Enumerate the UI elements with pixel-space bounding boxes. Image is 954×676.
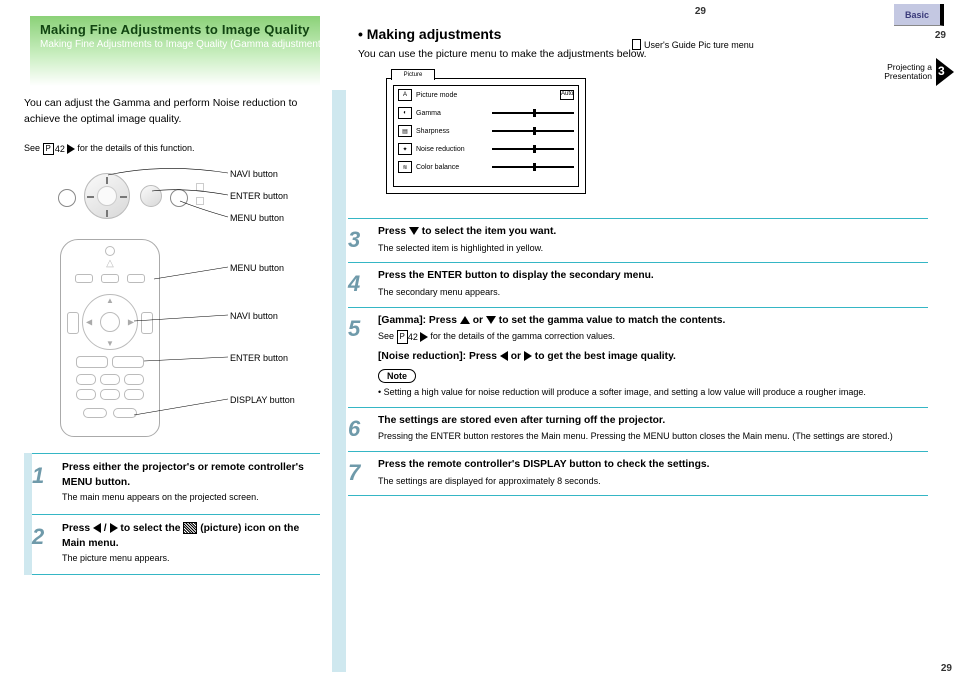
step-number: 6: [348, 414, 370, 443]
right-title: • Making adjustments: [358, 26, 501, 42]
chapter-number: 3: [938, 64, 945, 78]
step-number: 7: [348, 458, 370, 487]
step-desc-gamma: See P42 for the details of the gamma cor…: [378, 330, 922, 343]
step-note: Note • Setting a high value for noise re…: [378, 370, 922, 398]
step-3: 3 Press to select the item you want. The…: [348, 218, 928, 262]
enter-knob-icon: [140, 185, 162, 207]
step-desc: The selected item is highlighted in yell…: [378, 242, 922, 255]
step-heading: Press the ENTER button to display the se…: [378, 269, 922, 284]
osd-row: APicture modeAuto: [394, 86, 578, 104]
banner-title: Making Fine Adjustments to Image Quality: [40, 22, 310, 37]
step-desc: The main menu appears on the projected s…: [62, 491, 316, 504]
power-icon: [58, 189, 76, 207]
right-arrow-icon: [110, 523, 118, 533]
doc-reference: User's Guide Pic ture menu: [632, 39, 754, 50]
section-banner: Making Fine Adjustments to Image Quality…: [30, 16, 320, 86]
intro-text: You can adjust the Gamma and perform Noi…: [24, 96, 320, 128]
panel-label-navi: NAVI button: [230, 169, 314, 180]
step-heading: Press either the projector's or remote c…: [62, 462, 304, 488]
left-column: You can adjust the Gamma and perform Noi…: [24, 96, 320, 575]
right-arrow-icon: [524, 351, 532, 361]
banner-subtitle: Making Fine Adjustments to Image Quality…: [40, 39, 310, 50]
step-number: 2: [32, 522, 52, 564]
projector-panel-illustration: NAVI button ENTER button MENU button: [24, 167, 320, 225]
intro-note: See P42 for the details of this function…: [24, 142, 320, 156]
step-4: 4 Press the ENTER button to display the …: [348, 262, 928, 306]
step-2: 2 Press / to select the (picture) icon o…: [32, 514, 320, 575]
step-desc: The settings are displayed for approxima…: [378, 475, 922, 488]
left-arrow-icon: [500, 351, 508, 361]
right-subtitle: You can use the picture menu to make the…: [358, 48, 647, 60]
step-number: 1: [32, 461, 52, 503]
step-number: 3: [348, 225, 370, 254]
right-steps: 3 Press to select the item you want. The…: [348, 218, 928, 496]
up-arrow-icon: [460, 316, 470, 324]
right-vertical-stripe: [332, 90, 346, 672]
down-arrow-icon: [486, 316, 496, 324]
indicator-icon: [196, 183, 204, 191]
step-number: 4: [348, 269, 370, 298]
right-column: • Making adjustments You can use the pic…: [332, 12, 932, 652]
remote-label-display: DISPLAY button: [230, 395, 314, 406]
step-7: 7 Press the remote controller's DISPLAY …: [348, 451, 928, 496]
navi-knob-icon: [84, 173, 130, 219]
step-heading: The settings are stored even after turni…: [378, 414, 922, 429]
indicator-icon: [196, 197, 204, 205]
page-reference-icon: P42: [397, 330, 428, 343]
osd-row: ≋Color balance: [394, 158, 578, 176]
step-heading-noise: [Noise reduction]: Press or to get the b…: [378, 350, 922, 365]
remote-label-navi: NAVI button: [230, 311, 314, 322]
step-desc: The picture menu appears.: [62, 552, 316, 565]
remote-label-menu: MENU button: [230, 263, 314, 274]
book-icon: [632, 39, 641, 50]
picture-icon: [183, 522, 197, 534]
osd-row: ✦Noise reduction: [394, 140, 578, 158]
panel-label-enter: ENTER button: [230, 191, 314, 202]
step-number: 5: [348, 314, 370, 399]
down-arrow-icon: [409, 227, 419, 235]
menu-knob-icon: [170, 189, 188, 207]
page-number-bottom: 29: [941, 663, 952, 674]
page-number-top: 29: [935, 30, 946, 41]
remote-label-enter: ENTER button: [230, 353, 314, 364]
osd-row: ◐Gamma: [394, 104, 578, 122]
left-arrow-icon: [93, 523, 101, 533]
step-heading: Press to select the item you want.: [378, 225, 922, 240]
osd-tab: Picture: [391, 69, 435, 80]
remote-illustration: △ ▲▼◀▶ MENU button NAVI button ENTER but…: [24, 239, 320, 447]
step-1: 1 Press either the projector's or remote…: [32, 453, 320, 513]
chapter-arrow-icon: 3: [936, 58, 954, 86]
osd-picture-menu: Picture APicture modeAuto ◐Gamma ▤Sharpn…: [386, 78, 586, 194]
step-6: 6 The settings are stored even after tur…: [348, 407, 928, 451]
step-heading: Press / to select the (picture) icon on …: [62, 523, 299, 549]
step-5: 5 [Gamma]: Press or to set the gamma val…: [348, 307, 928, 407]
step-desc: The secondary menu appears.: [378, 286, 922, 299]
step-heading-gamma: [Gamma]: Press or to set the gamma value…: [378, 314, 922, 329]
step-heading: Press the remote controller's DISPLAY bu…: [378, 458, 922, 473]
panel-label-menu: MENU button: [230, 213, 314, 224]
step-desc: Pressing the ENTER button restores the M…: [378, 430, 922, 443]
page-reference-icon: P42: [43, 143, 75, 156]
osd-row: ▤Sharpness: [394, 122, 578, 140]
